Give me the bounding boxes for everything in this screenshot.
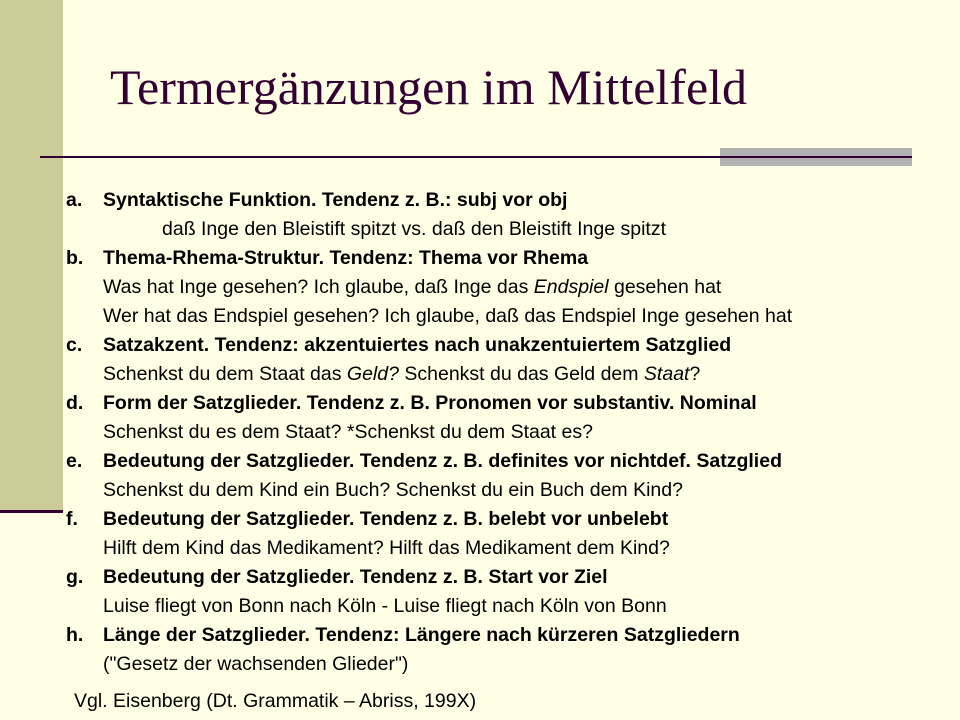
list-item: h. Länge der Satzglieder. Tendenz: Länger… (66, 621, 956, 679)
emphasized-word: Staat (643, 363, 690, 385)
list-item: f. Bedeutung der Satzglieder. Tendenz z. … (66, 505, 956, 563)
item-heading: g. Bedeutung der Satzglieder. Tendenz z. … (66, 563, 956, 592)
item-heading-text: Syntaktische Funktion. Tendenz z. B.: su… (103, 189, 568, 211)
item-heading-text: Bedeutung der Satzglieder. Tendenz z. B.… (103, 450, 782, 472)
item-heading-text: Satzakzent. Tendenz: akzentuiertes nach … (103, 334, 732, 356)
item-heading: h. Länge der Satzglieder. Tendenz: Länger… (66, 621, 956, 650)
example-sentence: ("Gesetz der wachsenden Glieder") (66, 650, 956, 679)
example-text: ? (689, 363, 701, 385)
example-sentence: Schenkst du dem Kind ein Buch? Schenkst … (66, 476, 956, 505)
emphasized-word: Geld? (346, 363, 399, 385)
item-heading-text: Form der Satzglieder. Tendenz z. B. Pron… (103, 392, 757, 414)
item-letter: h. (66, 624, 84, 646)
list-item: c. Satzakzent. Tendenz: akzentuiertes nac… (66, 331, 956, 389)
list-item: d. Form der Satzglieder. Tendenz z. B. Pr… (66, 389, 956, 447)
example-sentence: Was hat Inge gesehen? Ich glaube, daß In… (66, 273, 956, 302)
example-sentence: Wer hat das Endspiel gesehen? Ich glaube… (66, 302, 956, 331)
item-letter: c. (66, 334, 83, 356)
item-heading-text: Länge der Satzglieder. Tendenz: Längere … (103, 624, 740, 646)
item-heading: d. Form der Satzglieder. Tendenz z. B. Pr… (66, 389, 956, 418)
list-item: a. Syntaktische Funktion. Tendenz z. B.: … (66, 186, 956, 244)
item-heading: b. Thema-Rhema-Struktur. Tendenz: Thema v… (66, 244, 956, 273)
item-heading-text: Bedeutung der Satzglieder. Tendenz z. B.… (103, 566, 608, 588)
example-sentence: Hilft dem Kind das Medikament? Hilft das… (66, 534, 956, 563)
item-heading-text: Bedeutung der Satzglieder. Tendenz z. B.… (103, 508, 669, 530)
item-letter: e. (66, 450, 83, 472)
list-item: g. Bedeutung der Satzglieder. Tendenz z. … (66, 563, 956, 621)
example-text: Hilft dem Kind das Medikament? Hilft das… (103, 537, 670, 559)
example-text: Schenkst du dem Kind ein Buch? Schenkst … (103, 479, 683, 501)
side-bar-decoration (0, 0, 63, 512)
slide-title: Termergänzungen im Mittelfeld (110, 59, 748, 115)
example-text: Luise fliegt von Bonn nach Köln - Luise … (103, 595, 667, 617)
title-accent-bar (720, 148, 912, 166)
tendency-list: a. Syntaktische Funktion. Tendenz z. B.: … (66, 186, 956, 679)
example-text: gesehen hat (608, 276, 722, 298)
example-text: daß Inge den Bleistift spitzt vs. daß de… (162, 218, 667, 240)
emphasized-word: Endspiel (533, 276, 609, 298)
example-text: Wer hat das Endspiel gesehen? Ich glaube… (103, 305, 793, 327)
item-letter: a. (66, 189, 83, 211)
item-heading: e. Bedeutung der Satzglieder. Tendenz z. … (66, 447, 956, 476)
item-heading: f. Bedeutung der Satzglieder. Tendenz z. … (66, 505, 956, 534)
item-heading-text: Thema-Rhema-Struktur. Tendenz: Thema vor… (103, 247, 589, 269)
example-sentence: daß Inge den Bleistift spitzt vs. daß de… (66, 215, 956, 244)
item-letter: f. (66, 508, 78, 530)
list-item: e. Bedeutung der Satzglieder. Tendenz z. … (66, 447, 956, 505)
side-bar-rule (0, 510, 63, 513)
example-sentence: Schenkst du es dem Staat? *Schenkst du d… (66, 418, 956, 447)
reference-footer: Vgl. Eisenberg (Dt. Grammatik – Abriss, … (74, 690, 477, 712)
item-heading: a. Syntaktische Funktion. Tendenz z. B.: … (66, 186, 956, 215)
example-sentence: Luise fliegt von Bonn nach Köln - Luise … (66, 592, 956, 621)
item-heading: c. Satzakzent. Tendenz: akzentuiertes nac… (66, 331, 956, 360)
list-item: b. Thema-Rhema-Struktur. Tendenz: Thema v… (66, 244, 956, 331)
example-text: Schenkst du das Geld dem (398, 363, 644, 385)
example-text: Schenkst du es dem Staat? *Schenkst du d… (103, 421, 593, 443)
example-text: ("Gesetz der wachsenden Glieder") (103, 653, 409, 675)
item-letter: d. (66, 392, 84, 414)
item-letter: b. (66, 247, 84, 269)
example-text: Was hat Inge gesehen? Ich glaube, daß In… (103, 276, 534, 298)
example-sentence: Schenkst du dem Staat das Geld? Schenkst… (66, 360, 956, 389)
item-letter: g. (66, 566, 84, 588)
example-text: Schenkst du dem Staat das (103, 363, 347, 385)
